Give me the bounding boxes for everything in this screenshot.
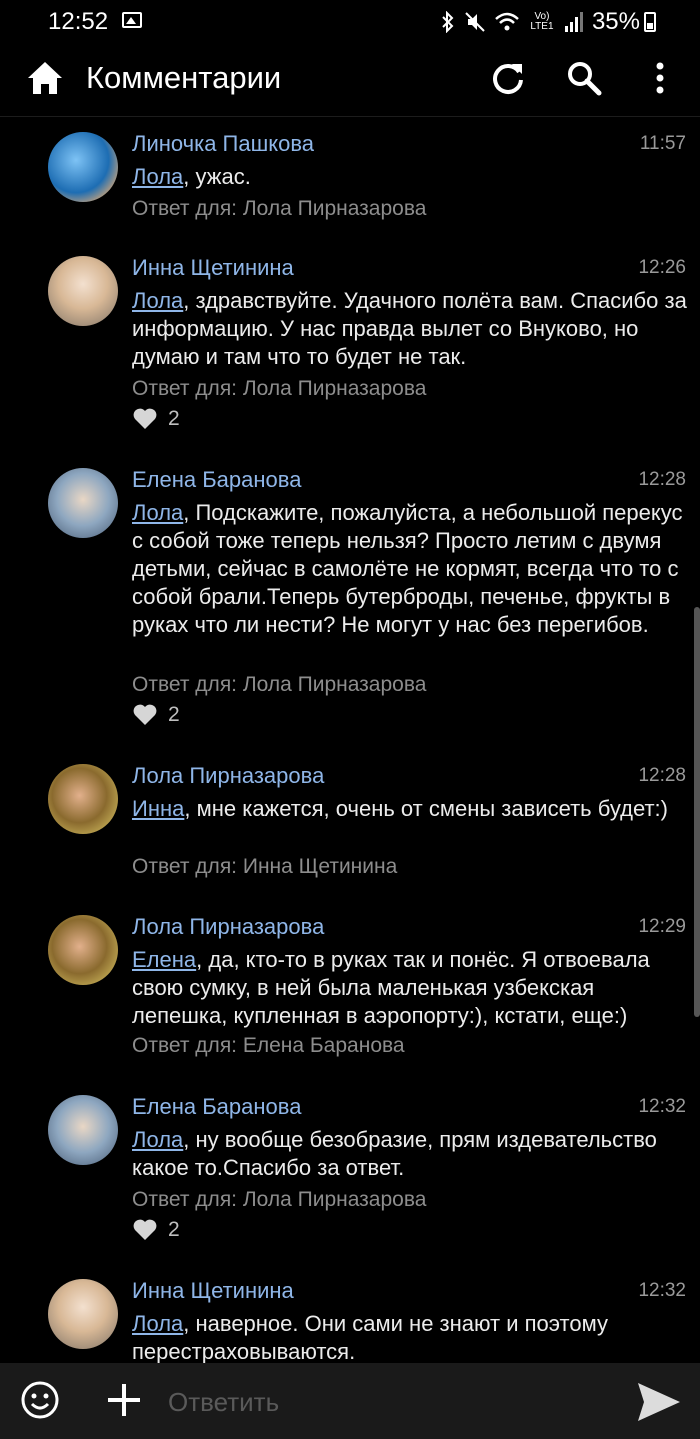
reply-to-label[interactable]: Ответ для: Лола Пирназарова bbox=[132, 197, 426, 221]
reply-to-label[interactable]: Ответ для: Лола Пирназарова bbox=[132, 1188, 426, 1212]
comment-text: Лола, Подскажите, пожалуйста, а небольшо… bbox=[132, 500, 683, 637]
comment-time: 12:28 bbox=[638, 469, 686, 490]
comment-author[interactable]: Елена Баранова bbox=[132, 1094, 301, 1120]
send-icon[interactable] bbox=[636, 1381, 682, 1423]
reply-to-label[interactable]: Ответ для: Инна Щетинина bbox=[132, 855, 397, 879]
home-icon[interactable] bbox=[26, 60, 64, 96]
heart-icon bbox=[133, 1219, 157, 1240]
comment-time: 12:32 bbox=[638, 1096, 686, 1117]
mention-link[interactable]: Лола bbox=[132, 1311, 183, 1336]
status-bar: 12:52 Vo) LTE1 35% bbox=[0, 0, 700, 44]
mention-link[interactable]: Лола bbox=[132, 164, 183, 189]
reply-to-label[interactable]: Ответ для: Лола Пирназарова bbox=[132, 377, 426, 401]
like-count: 2 bbox=[168, 407, 180, 430]
comment-list[interactable]: Линочка Пашкова 11:57 Лола, ужас. Ответ … bbox=[0, 117, 700, 1363]
mention-link[interactable]: Лола bbox=[132, 500, 183, 525]
battery-icon bbox=[644, 12, 656, 32]
avatar[interactable] bbox=[48, 1279, 118, 1349]
mention-link[interactable]: Елена bbox=[132, 947, 196, 972]
comment-text: Елена, да, кто-то в руках так и понёс. Я… bbox=[132, 947, 650, 1028]
comment-author[interactable]: Елена Баранова bbox=[132, 467, 301, 493]
avatar[interactable] bbox=[48, 256, 118, 326]
comment-text: Лола, ну вообще безобразие, прям издеват… bbox=[132, 1127, 657, 1180]
reply-to-label[interactable]: Ответ для: Елена Баранова bbox=[132, 1034, 405, 1058]
comment-text: Инна, мне кажется, очень от смены зависе… bbox=[132, 796, 668, 821]
reply-to-label[interactable]: Ответ для: Лола Пирназарова bbox=[132, 673, 426, 697]
heart-icon bbox=[133, 408, 157, 429]
like-button[interactable]: 2 bbox=[132, 407, 180, 431]
like-button[interactable]: 2 bbox=[132, 703, 180, 727]
like-button[interactable]: 2 bbox=[132, 1218, 180, 1242]
reply-composer bbox=[0, 1363, 700, 1439]
avatar[interactable] bbox=[48, 468, 118, 538]
bluetooth-icon bbox=[442, 11, 454, 33]
image-icon bbox=[122, 12, 142, 28]
network-label: Vo) LTE1 bbox=[530, 11, 554, 32]
comment-time: 11:57 bbox=[639, 133, 686, 154]
avatar[interactable] bbox=[48, 915, 118, 985]
comment-author[interactable]: Лола Пирназарова bbox=[132, 763, 324, 789]
signal-icon bbox=[564, 12, 583, 32]
status-icons: Vo) LTE1 35% bbox=[440, 8, 640, 36]
comment-time: 12:28 bbox=[638, 765, 686, 786]
search-icon[interactable] bbox=[566, 60, 602, 96]
comment-text: Лола, здравствуйте. Удачного полёта вам.… bbox=[132, 288, 687, 369]
avatar[interactable] bbox=[48, 132, 118, 202]
like-count: 2 bbox=[168, 703, 180, 726]
wifi-icon bbox=[495, 12, 519, 31]
heart-icon bbox=[133, 704, 157, 725]
reply-input[interactable] bbox=[166, 1383, 610, 1421]
comment-text: Лола, ужас. bbox=[132, 164, 251, 189]
mention-link[interactable]: Инна bbox=[132, 796, 184, 821]
refresh-icon[interactable] bbox=[490, 60, 526, 96]
comment-text: Лола, наверное. Они сами не знают и поэт… bbox=[132, 1311, 608, 1363]
app-bar: Комментарии bbox=[0, 44, 700, 117]
more-icon[interactable] bbox=[650, 60, 670, 96]
page-title: Комментарии bbox=[86, 60, 282, 95]
scrollbar[interactable] bbox=[694, 607, 700, 1017]
mention-link[interactable]: Лола bbox=[132, 288, 183, 313]
comment-author[interactable]: Линочка Пашкова bbox=[132, 131, 314, 157]
like-count: 2 bbox=[168, 1218, 180, 1241]
plus-icon[interactable] bbox=[104, 1380, 144, 1420]
comment-time: 12:29 bbox=[638, 916, 686, 937]
comment-time: 12:26 bbox=[638, 257, 686, 278]
emoji-icon[interactable] bbox=[20, 1380, 60, 1420]
avatar[interactable] bbox=[48, 764, 118, 834]
comment-time: 12:32 bbox=[638, 1280, 686, 1301]
comment-author[interactable]: Инна Щетинина bbox=[132, 255, 294, 281]
mention-link[interactable]: Лола bbox=[132, 1127, 183, 1152]
comment-author[interactable]: Лола Пирназарова bbox=[132, 914, 324, 940]
battery-percent: 35% bbox=[591, 8, 640, 35]
avatar[interactable] bbox=[48, 1095, 118, 1165]
mute-icon bbox=[465, 12, 485, 32]
comment-author[interactable]: Инна Щетинина bbox=[132, 1278, 294, 1304]
status-time: 12:52 bbox=[48, 8, 109, 35]
